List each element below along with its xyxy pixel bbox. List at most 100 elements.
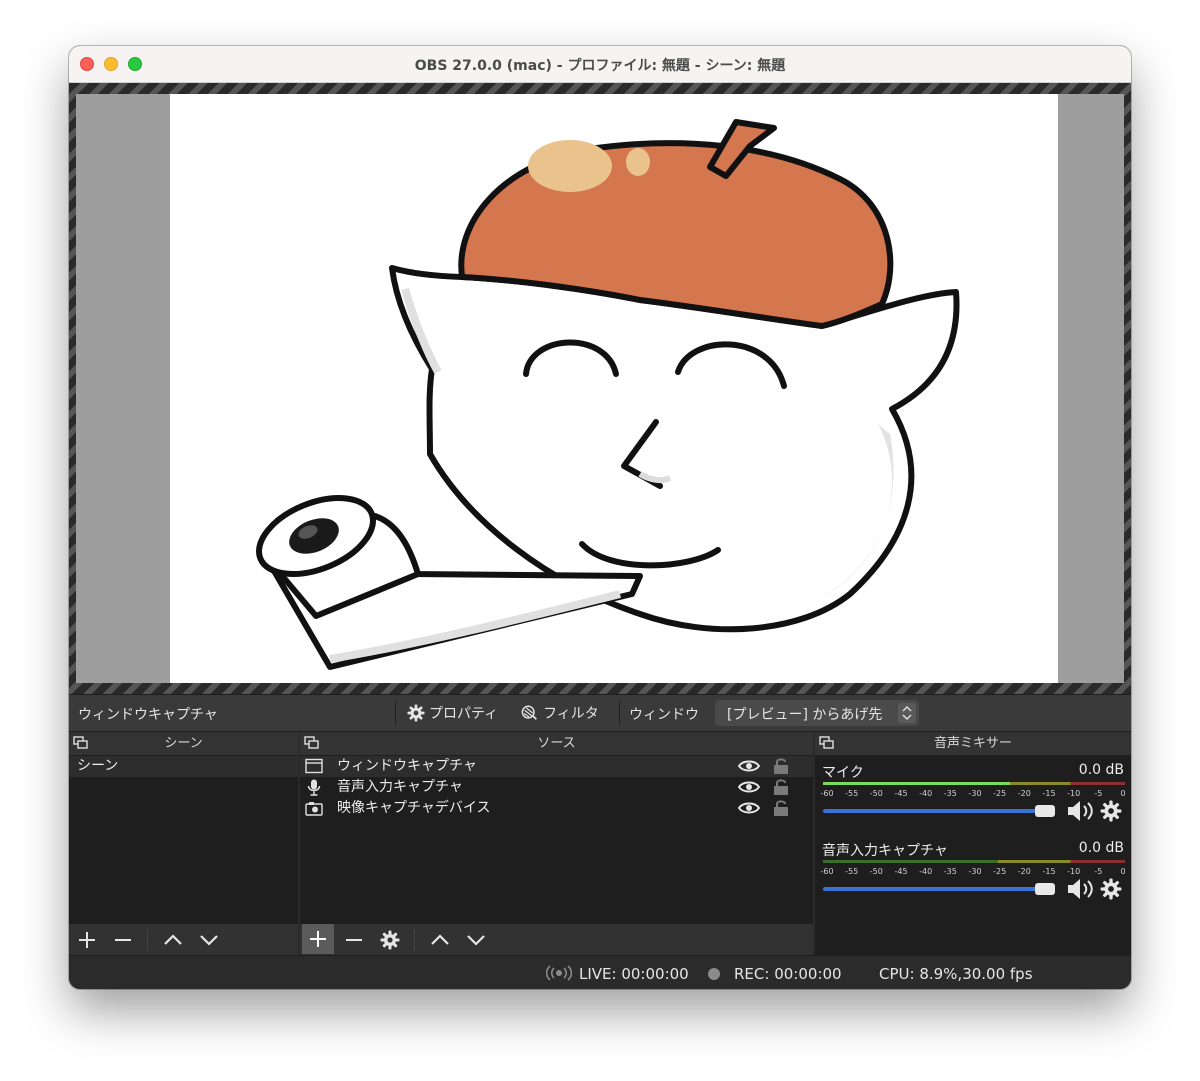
meter-tick-label: -25 [993, 789, 1007, 798]
selected-source-name: ウィンドウキャプチャ [78, 707, 218, 723]
meter-tick-label: 0 [1120, 789, 1126, 798]
scene-item[interactable]: シーン [69, 756, 298, 777]
properties-label: プロパティ [429, 706, 499, 722]
scenes-toolbar [69, 924, 298, 955]
volume-slider[interactable] [823, 805, 1055, 817]
meter-tick-label: -25 [993, 867, 1007, 876]
scenes-dock: シーン シーン [69, 732, 298, 955]
move-scene-down-button[interactable] [195, 927, 223, 953]
sources-title: ソース [537, 736, 576, 751]
minus-icon [115, 939, 131, 941]
sources-dock: ソース ウィンドウキャプチャ 音声入力キャプチャ 映像キャプチャデバイス [300, 732, 813, 955]
sources-dock-title: ソース [300, 732, 813, 755]
source-item-audio-input[interactable]: 音声入力キャプチャ [300, 777, 813, 798]
unlock-icon[interactable] [773, 757, 789, 775]
sources-toolbar [300, 924, 813, 955]
meter-tick-label: -60 [820, 867, 834, 876]
status-bar: LIVE: 00:00:00 REC: 00:00:00 CPU: 8.9%,3… [69, 955, 1131, 989]
eye-icon[interactable] [738, 801, 760, 815]
camera-icon [305, 802, 323, 816]
move-scene-up-button[interactable] [159, 927, 187, 953]
mixer-title: 音声ミキサー [933, 736, 1012, 751]
meter-tick-label: -30 [968, 789, 982, 798]
preview-area[interactable] [69, 83, 1131, 694]
audio-level-meter [823, 782, 1125, 785]
source-item-window-capture[interactable]: ウィンドウキャプチャ [300, 756, 813, 777]
properties-button[interactable]: プロパティ [407, 701, 498, 725]
volume-slider[interactable] [823, 883, 1055, 895]
rec-timer: REC: 00:00:00 [734, 965, 842, 983]
meter-tick-label: -50 [869, 867, 883, 876]
window-icon [305, 758, 323, 774]
speaker-icon[interactable] [1066, 800, 1094, 822]
filters-button[interactable]: フィルタ [521, 701, 599, 725]
eye-icon[interactable] [738, 780, 760, 794]
meter-tick-label: -60 [820, 789, 834, 798]
title-bar: OBS 27.0.0 (mac) - プロファイル: 無題 - シーン: 無題 [69, 46, 1131, 83]
source-context-bar: ウィンドウキャプチャ プロパティ フィルタ ウィンドウ [プレビュー] からあげ… [69, 694, 1131, 732]
context-divider [395, 701, 396, 725]
gear-icon[interactable] [1100, 878, 1122, 900]
mixer-channel-db: 0.0 dB [1078, 840, 1124, 856]
cat-mascot-illustration [256, 119, 960, 670]
meter-tick-label: -45 [894, 789, 908, 798]
remove-scene-button[interactable] [109, 927, 137, 953]
speaker-icon[interactable] [1066, 878, 1094, 900]
chevron-updown-icon [898, 703, 916, 723]
window-select[interactable]: [プレビュー] からあげ先 [715, 700, 919, 726]
meter-tick-label: -35 [943, 867, 957, 876]
add-source-button[interactable] [302, 924, 334, 954]
meter-tick-label: -30 [968, 867, 982, 876]
chevron-down-icon [200, 935, 218, 946]
filter-icon [521, 705, 537, 720]
audio-level-fill [823, 782, 1011, 785]
move-source-down-button[interactable] [462, 927, 490, 953]
volume-slider-handle[interactable] [1035, 805, 1055, 817]
obs-window: OBS 27.0.0 (mac) - プロファイル: 無題 - シーン: 無題 [69, 46, 1131, 989]
audio-level-meter [823, 860, 1125, 863]
gear-icon[interactable] [1100, 800, 1122, 822]
unlock-icon[interactable] [773, 778, 789, 796]
scenes-dock-title: シーン [69, 732, 298, 755]
source-properties-button[interactable] [376, 927, 404, 953]
chevron-up-icon [431, 934, 449, 945]
chevron-up-icon [164, 934, 182, 945]
undock-icon[interactable] [73, 736, 89, 750]
move-source-up-button[interactable] [426, 927, 454, 953]
plus-icon [79, 932, 95, 948]
eye-icon[interactable] [738, 759, 760, 773]
undock-icon[interactable] [819, 736, 835, 750]
filters-label: フィルタ [543, 706, 599, 722]
window-label: ウィンドウ [629, 707, 699, 723]
source-label: 音声入力キャプチャ [337, 779, 463, 795]
gear-icon [407, 704, 425, 722]
preview-canvas[interactable] [170, 94, 1058, 683]
add-scene-button[interactable] [73, 927, 101, 953]
context-divider [619, 701, 620, 725]
meter-tick-label: -15 [1042, 867, 1056, 876]
meter-tick-label: -5 [1094, 867, 1103, 876]
minus-icon [346, 939, 362, 941]
scenes-title: シーン [164, 736, 203, 751]
audio-mixer-dock: 音声ミキサー マイク 0.0 dB -60 -55 -50 -45 -40 -35 -30-… [815, 732, 1131, 955]
broadcast-icon [546, 965, 572, 981]
undock-icon[interactable] [304, 736, 320, 750]
unlock-icon[interactable] [773, 799, 789, 817]
remove-source-button[interactable] [340, 927, 368, 953]
mixer-channel-name: マイク [822, 765, 864, 781]
source-label: ウィンドウキャプチャ [337, 758, 477, 774]
meter-tick-label: -50 [869, 789, 883, 798]
cpu-fps-readout: CPU: 8.9%,30.00 fps [879, 965, 1033, 983]
live-timer: LIVE: 00:00:00 [579, 965, 689, 983]
meter-tick-label: -20 [1017, 789, 1031, 798]
volume-slider-handle[interactable] [1035, 883, 1055, 895]
microphone-icon [307, 779, 321, 796]
meter-tick-label: -40 [919, 789, 933, 798]
meter-tick-label: -55 [845, 867, 859, 876]
source-item-video-capture[interactable]: 映像キャプチャデバイス [300, 798, 813, 819]
meter-tick-label: -55 [845, 789, 859, 798]
dock-area: シーン シーン ソース ウィンドウキャプチャ 音声入力キャプチャ 映像キャプチャ… [69, 732, 1131, 955]
scene-list: シーン [69, 756, 298, 777]
meter-tick-label: -20 [1017, 867, 1031, 876]
meter-tick-label: -40 [919, 867, 933, 876]
